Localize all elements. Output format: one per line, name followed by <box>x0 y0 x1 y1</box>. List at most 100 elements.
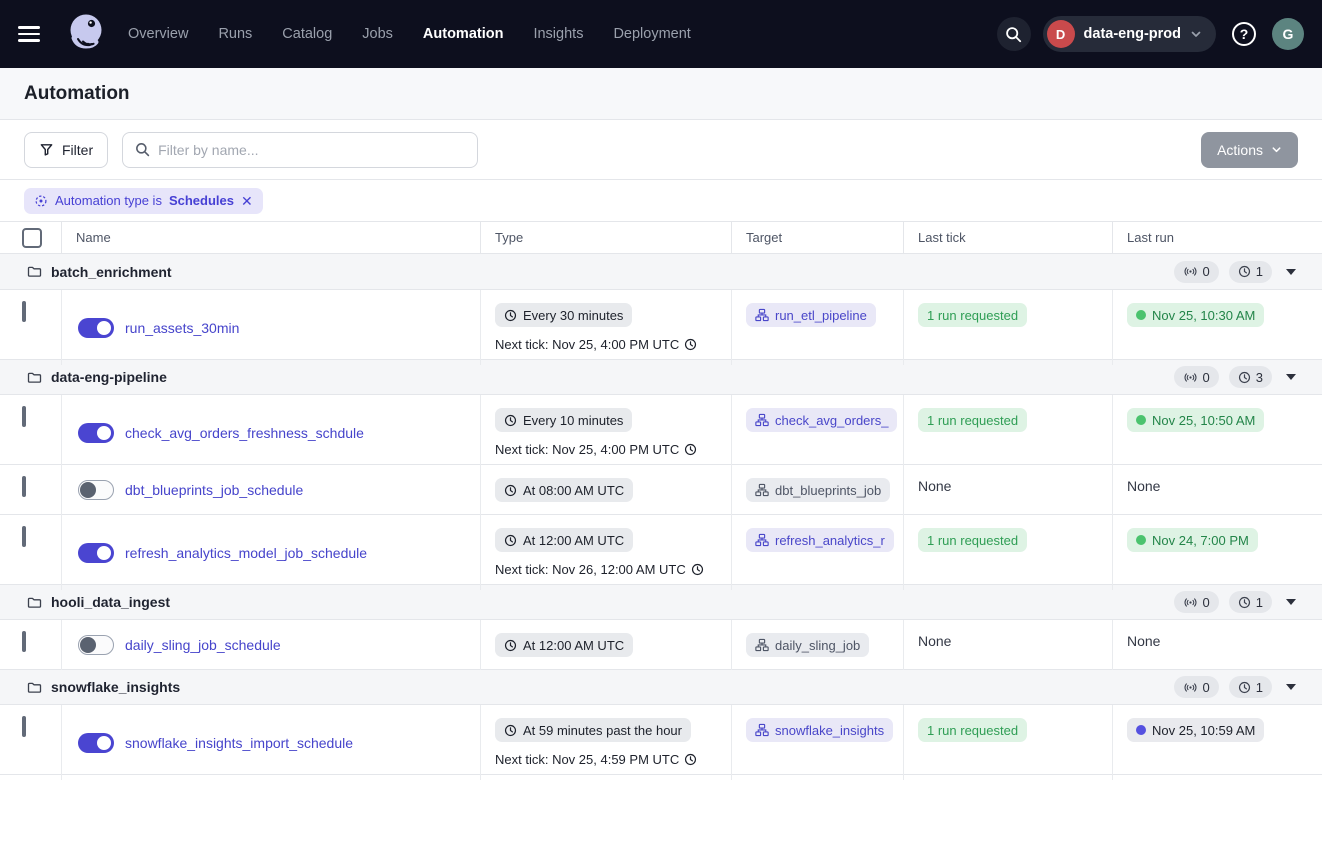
filter-chip-automation-type[interactable]: Automation type is Schedules ✕ <box>24 188 263 214</box>
row-checkbox[interactable] <box>22 406 26 427</box>
schedule-toggle[interactable] <box>78 318 114 338</box>
workspace-switcher[interactable]: D data-eng-prod <box>1043 16 1216 52</box>
top-navbar: Overview Runs Catalog Jobs Automation Insight… <box>0 0 1322 68</box>
hamburger-menu-icon[interactable] <box>16 17 50 51</box>
last-run-pill[interactable]: Nov 25, 10:50 AM <box>1127 408 1264 432</box>
schedule-name-link[interactable]: snowflake_insights_import_schedule <box>125 735 353 751</box>
group-collapse-caret-icon[interactable] <box>1282 593 1300 611</box>
row-select-cell <box>0 290 61 365</box>
last-run-cell: None <box>1112 620 1322 670</box>
schedule-type-pill: At 08:00 AM UTC <box>495 478 633 502</box>
nav-item-overview[interactable]: Overview <box>128 26 188 42</box>
sensor-count-badge: 0 <box>1174 261 1219 283</box>
row-select-cell <box>0 465 61 515</box>
next-tick-text: Next tick: Nov 25, 4:59 PM UTC <box>495 752 719 767</box>
target-job-pill[interactable]: dbt_blueprints_job <box>746 478 890 502</box>
last-run-pill[interactable]: Nov 25, 10:30 AM <box>1127 303 1264 327</box>
filter-chip-close-icon[interactable]: ✕ <box>241 194 253 208</box>
column-header-name[interactable]: Name <box>61 222 480 253</box>
select-all-checkbox[interactable] <box>22 228 42 248</box>
toggle-knob <box>80 482 96 498</box>
nav-item-runs[interactable]: Runs <box>218 26 252 42</box>
table-row: dbt_blueprints_job_schedule At 08:00 AM U… <box>0 464 1322 514</box>
target-job-pill[interactable]: refresh_analytics_r <box>746 528 894 552</box>
last-tick-pill[interactable]: 1 run requested <box>918 528 1027 552</box>
toggle-knob <box>95 734 113 752</box>
column-header-target[interactable]: Target <box>731 222 903 253</box>
next-tick-label: Next tick: Nov 25, 4:00 PM UTC <box>495 337 679 352</box>
last-tick-pill[interactable]: 1 run requested <box>918 408 1027 432</box>
last-run-cell: Nov 25, 10:59 AM <box>1112 705 1322 780</box>
sensor-count-badge: 0 <box>1174 366 1219 388</box>
schedule-type-pill: Every 10 minutes <box>495 408 632 432</box>
last-run-cell: Nov 25, 10:50 AM <box>1112 395 1322 470</box>
group-name: snowflake_insights <box>51 679 180 695</box>
schedule-name-link[interactable]: dbt_blueprints_job_schedule <box>125 482 303 498</box>
group-collapse-caret-icon[interactable] <box>1282 368 1300 386</box>
group-name: data-eng-pipeline <box>51 369 167 385</box>
group-collapse-caret-icon[interactable] <box>1282 678 1300 696</box>
run-status-dot <box>1136 725 1146 735</box>
target-cell: dbt_blueprints_job <box>731 465 903 515</box>
actions-button[interactable]: Actions <box>1201 132 1298 168</box>
clock-icon <box>684 753 697 766</box>
schedule-toggle[interactable] <box>78 543 114 563</box>
last-run-pill[interactable]: Nov 24, 7:00 PM <box>1127 528 1258 552</box>
column-header-type[interactable]: Type <box>480 222 731 253</box>
target-job-pill[interactable]: snowflake_insights <box>746 718 893 742</box>
row-checkbox[interactable] <box>22 476 26 497</box>
last-tick-pill[interactable]: 1 run requested <box>918 718 1027 742</box>
nav-item-catalog[interactable]: Catalog <box>282 26 332 42</box>
target-job-pill[interactable]: check_avg_orders_ <box>746 408 897 432</box>
workspace-name: data-eng-prod <box>1084 26 1181 42</box>
schedule-type-pill: At 59 minutes past the hour <box>495 718 691 742</box>
schedule-name-link[interactable]: run_assets_30min <box>125 320 239 336</box>
dagster-logo-icon[interactable] <box>64 10 108 58</box>
filter-chip-value: Schedules <box>169 193 234 208</box>
last-run-label: Nov 24, 7:00 PM <box>1152 533 1249 548</box>
target-job-pill[interactable]: daily_sling_job <box>746 633 869 657</box>
page-title: Automation <box>24 83 130 105</box>
clock-icon <box>684 338 697 351</box>
column-header-last-tick[interactable]: Last tick <box>903 222 1112 253</box>
filter-button-label: Filter <box>62 142 93 158</box>
schedule-toggle[interactable] <box>78 480 114 500</box>
filter-button[interactable]: Filter <box>24 132 108 168</box>
column-header-last-run[interactable]: Last run <box>1112 222 1322 253</box>
search-button[interactable] <box>997 17 1031 51</box>
last-run-label: Nov 25, 10:50 AM <box>1152 413 1255 428</box>
last-tick-cell: 1 run requested <box>903 515 1112 590</box>
last-tick-pill[interactable]: 1 run requested <box>918 303 1027 327</box>
search-icon <box>135 142 150 157</box>
target-job-label: snowflake_insights <box>775 723 884 738</box>
row-checkbox[interactable] <box>22 301 26 322</box>
automation-type-icon <box>34 194 48 208</box>
schedule-name-link[interactable]: refresh_analytics_model_job_schedule <box>125 545 367 561</box>
schedule-name-link[interactable]: check_avg_orders_freshness_schdule <box>125 425 364 441</box>
folder-icon <box>27 680 42 695</box>
row-checkbox[interactable] <box>22 631 26 652</box>
nav-item-insights[interactable]: Insights <box>533 26 583 42</box>
row-checkbox[interactable] <box>22 716 26 737</box>
schedule-toggle[interactable] <box>78 423 114 443</box>
name-filter-input[interactable] <box>158 142 465 158</box>
schedule-name-link[interactable]: daily_sling_job_schedule <box>125 637 281 653</box>
nav-item-jobs[interactable]: Jobs <box>362 26 393 42</box>
schedule-name-cell: dbt_blueprints_job_schedule <box>61 465 480 515</box>
group-collapse-caret-icon[interactable] <box>1282 263 1300 281</box>
schedule-type-label: At 12:00 AM UTC <box>523 533 624 548</box>
schedule-toggle[interactable] <box>78 733 114 753</box>
schedule-type-label: At 08:00 AM UTC <box>523 483 624 498</box>
schedule-toggle[interactable] <box>78 635 114 655</box>
nav-item-automation[interactable]: Automation <box>423 26 504 42</box>
schedule-type-cell: At 12:00 AM UTC <box>480 620 731 670</box>
user-avatar[interactable]: G <box>1272 18 1304 50</box>
last-run-label: Nov 25, 10:30 AM <box>1152 308 1255 323</box>
nav-item-deployment[interactable]: Deployment <box>613 26 690 42</box>
schedule-count-badge: 1 <box>1229 261 1272 283</box>
last-run-pill[interactable]: Nov 25, 10:59 AM <box>1127 718 1264 742</box>
target-job-pill[interactable]: run_etl_pipeline <box>746 303 876 327</box>
row-checkbox[interactable] <box>22 526 26 547</box>
help-button[interactable]: ? <box>1228 18 1260 50</box>
target-job-label: dbt_blueprints_job <box>775 483 881 498</box>
